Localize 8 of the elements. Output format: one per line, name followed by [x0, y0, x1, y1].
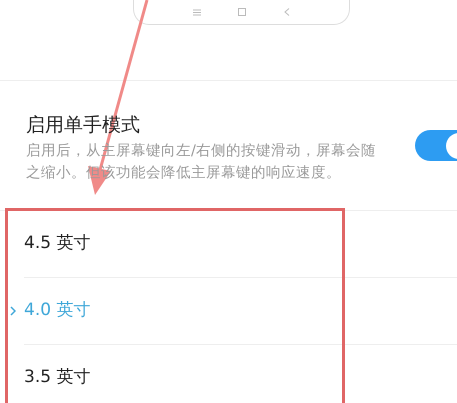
menu-icon — [192, 8, 201, 16]
size-option[interactable]: 3.5 英寸 — [24, 365, 90, 391]
size-option[interactable]: 4.5 英寸 — [24, 231, 90, 257]
chevron-icon — [10, 306, 16, 316]
square-icon — [238, 8, 246, 16]
toggle-switch[interactable] — [415, 130, 457, 161]
setting-title: 启用单手模式 — [26, 112, 141, 138]
back-icon — [284, 8, 290, 16]
